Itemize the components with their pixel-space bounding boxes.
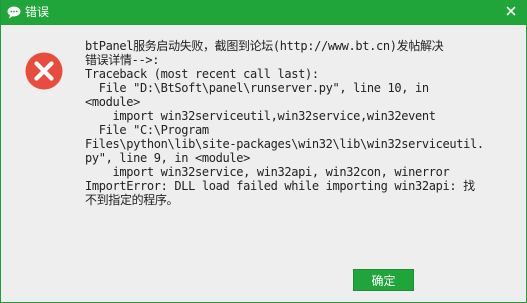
error-message: btPanel服务启动失败，截图到论坛(http://www.bt.cn)发帖解… — [85, 39, 484, 207]
chat-bubble-icon — [7, 6, 21, 19]
close-icon — [506, 6, 516, 16]
error-icon — [25, 52, 63, 90]
title-bar: 错误 — [1, 0, 527, 25]
close-button[interactable] — [500, 0, 522, 22]
dialog-body: btPanel服务启动失败，截图到论坛(http://www.bt.cn)发帖解… — [1, 25, 526, 302]
dialog-title: 错误 — [25, 5, 50, 19]
error-dialog: 错误 btPanel服务启动失败，截图到论坛(http://www.bt.cn)… — [0, 0, 527, 303]
ok-button[interactable]: 确定 — [353, 269, 414, 291]
